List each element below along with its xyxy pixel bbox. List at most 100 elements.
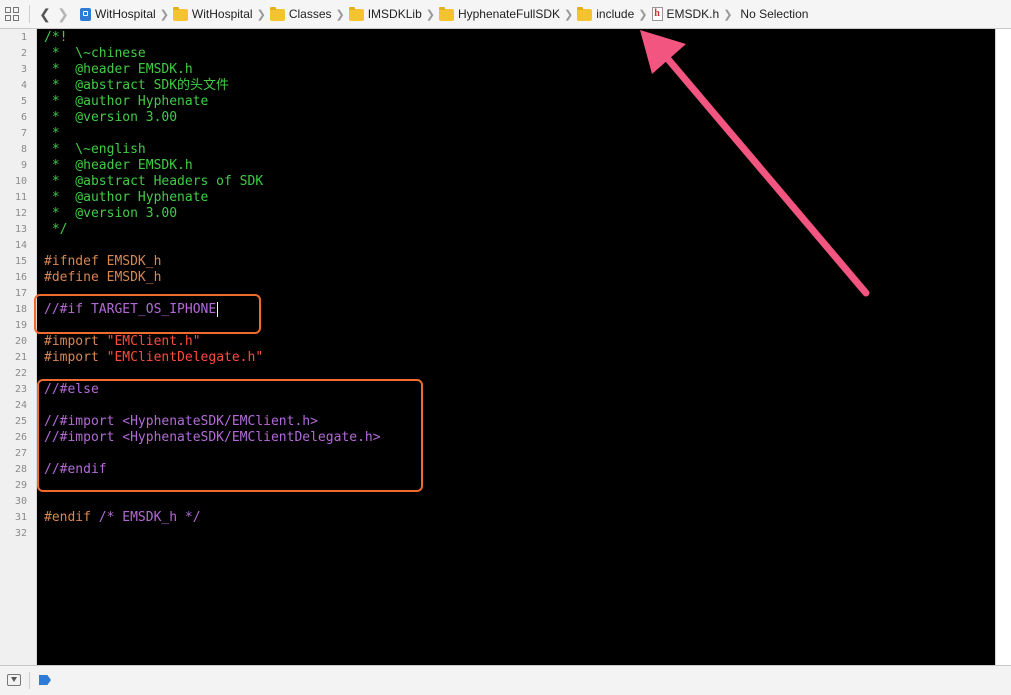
line-number[interactable]: 13 xyxy=(0,222,27,238)
line-number[interactable]: 5 xyxy=(0,94,27,110)
line-number[interactable]: 7 xyxy=(0,126,27,142)
line-number[interactable]: 28 xyxy=(0,462,27,478)
breadcrumb-item[interactable]: h EMSDK.h xyxy=(651,7,720,21)
code-line[interactable]: */ xyxy=(44,222,68,238)
line-number[interactable]: 11 xyxy=(0,190,27,206)
vertical-scrollbar[interactable] xyxy=(995,29,1011,665)
line-number-gutter[interactable]: 1 2 3 4 5 6 7 8 9 10 11 12 13 14 15 16 17 18 19 20 21 22 23 24 2… xyxy=(0,29,37,665)
code-line[interactable]: /*! xyxy=(44,30,67,46)
line-number[interactable]: 17 xyxy=(0,286,27,302)
breakpoint-icon[interactable] xyxy=(39,675,51,685)
line-number[interactable]: 22 xyxy=(0,366,27,382)
folder-icon xyxy=(269,6,285,21)
breadcrumb-item[interactable]: Classes xyxy=(269,6,332,21)
breadcrumb-label: WitHospital xyxy=(191,7,253,21)
code-line[interactable]: * \~chinese xyxy=(44,46,146,62)
breadcrumb-item[interactable]: IMSDKLib xyxy=(348,6,422,21)
line-number[interactable]: 6 xyxy=(0,110,27,126)
toolbar-divider xyxy=(29,5,30,23)
breadcrumb-item[interactable]: WitHospital xyxy=(172,6,253,21)
line-number[interactable]: 25 xyxy=(0,414,27,430)
line-number[interactable]: 1 xyxy=(0,30,27,46)
source-editor[interactable]: /*! * \~chinese * @header EMSDK.h * @abs… xyxy=(37,29,995,665)
line-number[interactable]: 9 xyxy=(0,158,27,174)
line-number[interactable]: 15 xyxy=(0,254,27,270)
code-line[interactable]: #endif /* EMSDK_h */ xyxy=(44,510,201,526)
line-number[interactable]: 27 xyxy=(0,446,27,462)
project-icon xyxy=(80,7,91,21)
line-number[interactable]: 30 xyxy=(0,494,27,510)
line-number[interactable]: 2 xyxy=(0,46,27,62)
line-number[interactable]: 21 xyxy=(0,350,27,366)
line-number[interactable]: 24 xyxy=(0,398,27,414)
code-line[interactable]: * @author Hyphenate xyxy=(44,94,209,110)
code-token: #ifndef EMSDK_h xyxy=(44,254,162,269)
line-number[interactable]: 26 xyxy=(0,430,27,446)
code-token: * @abstract SDK的头文件 xyxy=(44,78,230,93)
line-number[interactable]: 29 xyxy=(0,478,27,494)
forward-nav-button[interactable]: ❯ xyxy=(54,4,72,24)
code-line[interactable]: #import "EMClientDelegate.h" xyxy=(44,350,263,366)
code-token: #import xyxy=(44,334,107,349)
related-items-icon[interactable] xyxy=(5,7,19,21)
code-line[interactable]: * @abstract SDK的头文件 xyxy=(44,78,229,94)
line-number[interactable]: 18 xyxy=(0,302,27,318)
breadcrumb-label: HyphenateFullSDK xyxy=(457,7,561,21)
code-token: * @version 3.00 xyxy=(44,110,178,125)
code-line[interactable]: * @version 3.00 xyxy=(44,110,177,126)
line-number[interactable]: 20 xyxy=(0,334,27,350)
code-token: * @header EMSDK.h xyxy=(44,62,193,77)
breadcrumb-label: IMSDKLib xyxy=(367,7,422,21)
code-line[interactable]: * xyxy=(44,126,60,142)
line-number[interactable]: 4 xyxy=(0,78,27,94)
code-line[interactable]: * @header EMSDK.h xyxy=(44,62,193,78)
code-token: * @header EMSDK.h xyxy=(44,158,193,173)
code-line[interactable]: * @version 3.00 xyxy=(44,206,177,222)
line-number[interactable]: 3 xyxy=(0,62,27,78)
line-number[interactable]: 12 xyxy=(0,206,27,222)
folder-icon xyxy=(577,6,593,21)
jump-bar: ❮ ❯ WitHospital ❯ WitHospital ❯ Classes ❯ IMSD… xyxy=(0,0,1011,29)
code-token: * \~chinese xyxy=(44,46,146,61)
code-token: * xyxy=(44,126,60,141)
code-line[interactable]: #import "EMClient.h" xyxy=(44,334,201,350)
code-line[interactable]: * @header EMSDK.h xyxy=(44,158,193,174)
chevron-right-icon: ❯ xyxy=(256,8,266,21)
code-token: * @author Hyphenate xyxy=(44,94,209,109)
breadcrumb-label: EMSDK.h xyxy=(666,7,720,21)
breadcrumb-label: No Selection xyxy=(740,7,809,21)
breadcrumb-item[interactable]: WitHospital xyxy=(80,7,156,21)
folder-icon xyxy=(348,6,364,21)
code-token: */ xyxy=(44,222,68,237)
breadcrumb: WitHospital ❯ WitHospital ❯ Classes ❯ IMSDKLib… xyxy=(80,6,808,21)
breadcrumb-item[interactable]: No Selection xyxy=(736,7,808,21)
code-token: #import xyxy=(44,350,107,365)
code-token: "EMClientDelegate.h" xyxy=(106,350,264,365)
debug-area-toggle-icon[interactable] xyxy=(7,674,21,686)
code-token: "EMClient.h" xyxy=(106,334,201,349)
code-token: * @abstract Headers of SDK xyxy=(44,174,264,189)
code-line[interactable]: * @author Hyphenate xyxy=(44,190,209,206)
line-number[interactable]: 31 xyxy=(0,510,27,526)
line-number[interactable]: 16 xyxy=(0,270,27,286)
line-number[interactable]: 23 xyxy=(0,382,27,398)
back-nav-button[interactable]: ❮ xyxy=(36,4,54,24)
line-number[interactable]: 8 xyxy=(0,142,27,158)
code-token: #define EMSDK_h xyxy=(44,270,162,285)
line-number[interactable]: 10 xyxy=(0,174,27,190)
line-number[interactable]: 19 xyxy=(0,318,27,334)
chevron-right-icon: ❯ xyxy=(638,8,648,21)
chevron-right-icon: ❯ xyxy=(425,8,435,21)
line-number[interactable]: 32 xyxy=(0,526,27,542)
code-line[interactable]: #ifndef EMSDK_h xyxy=(44,254,161,270)
code-line[interactable]: * @abstract Headers of SDK xyxy=(44,174,263,190)
breadcrumb-label: include xyxy=(596,7,635,21)
breadcrumb-label: Classes xyxy=(288,7,332,21)
highlight-box-if-directive xyxy=(34,294,261,334)
code-token: /* EMSDK_h */ xyxy=(98,510,201,525)
code-line[interactable]: #define EMSDK_h xyxy=(44,270,161,286)
breadcrumb-item[interactable]: HyphenateFullSDK xyxy=(438,6,561,21)
line-number[interactable]: 14 xyxy=(0,238,27,254)
breadcrumb-item[interactable]: include xyxy=(577,6,635,21)
code-line[interactable]: * \~english xyxy=(44,142,146,158)
